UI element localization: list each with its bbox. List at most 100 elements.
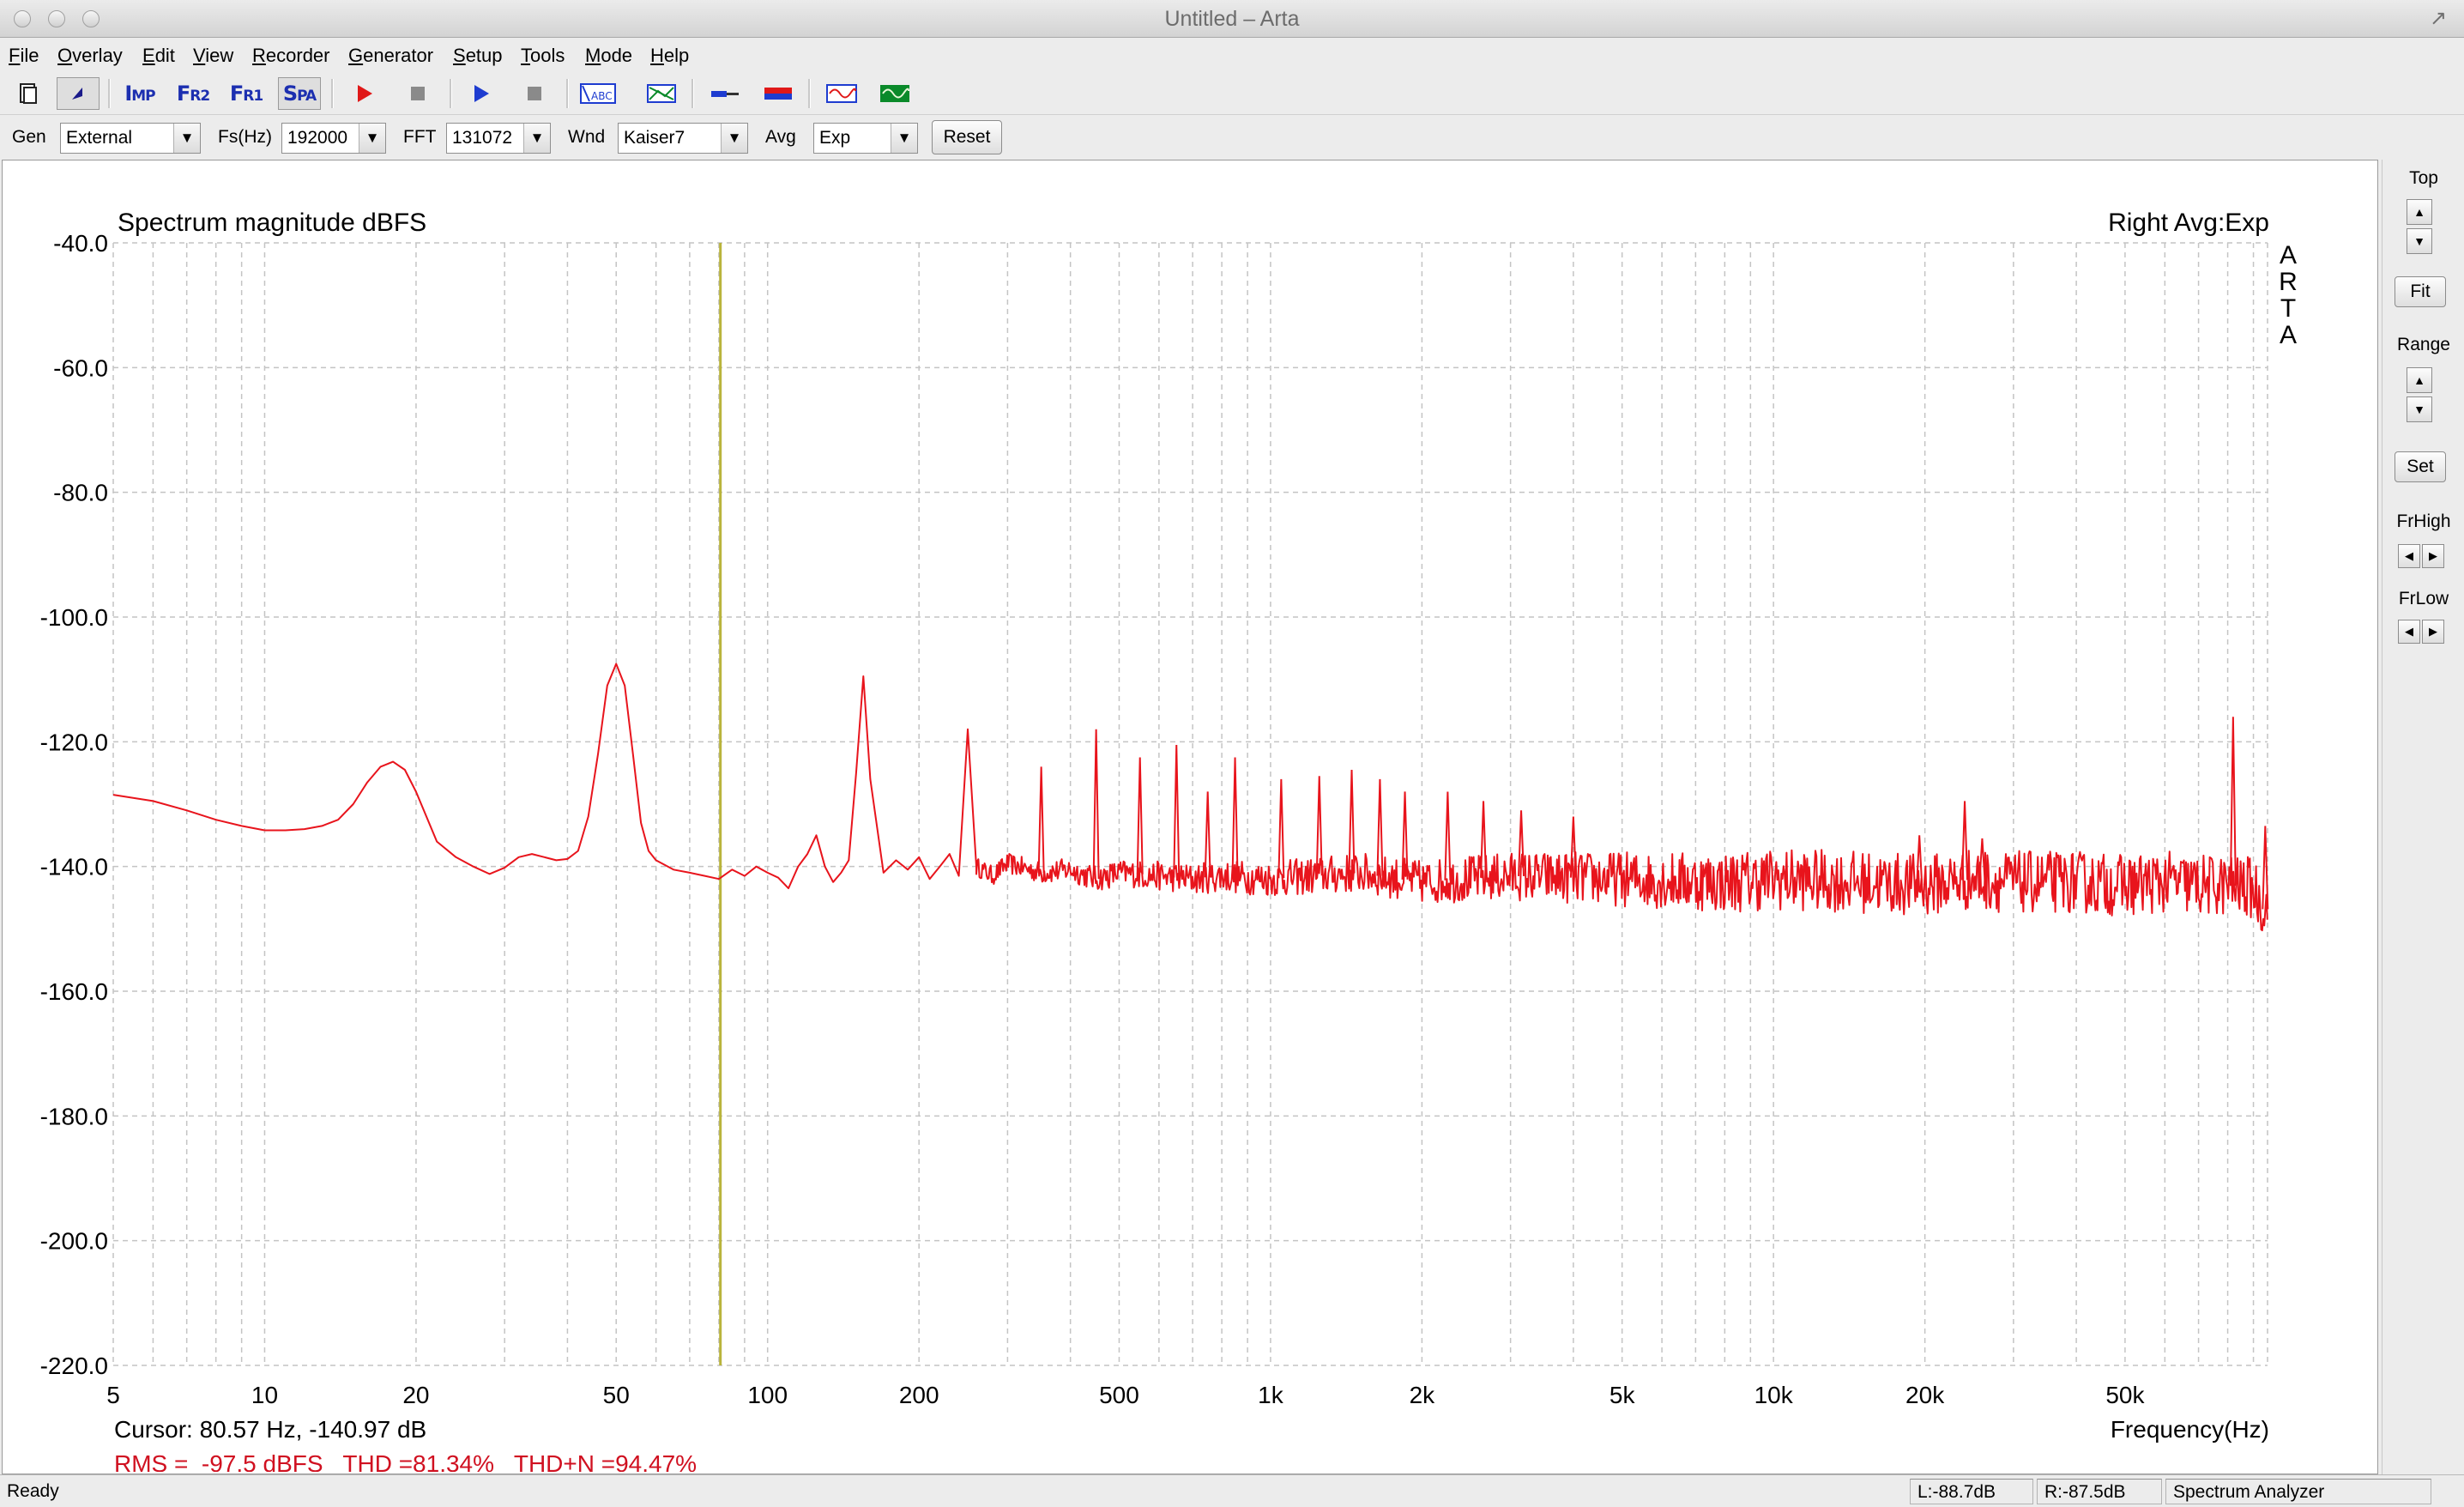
reset-button[interactable]: Reset	[932, 120, 1002, 154]
arrow-left-icon: ◀	[2405, 625, 2413, 638]
menu-file[interactable]: File	[9, 38, 39, 74]
y-tick-label: -200.0	[40, 1228, 108, 1255]
pointer-tool-button[interactable]	[57, 77, 100, 110]
impulse-mode-button[interactable]: IMP	[118, 77, 161, 110]
spectrum-plot-panel[interactable]: -40.0 -60.0 -80.0 -100.0 -120.0 -140.0 -160.0 -…	[2, 160, 2378, 1474]
generator-stop-button[interactable]	[513, 77, 556, 110]
frlow-right-button[interactable]: ▶	[2422, 620, 2444, 644]
range-up-button[interactable]: ▲	[2407, 367, 2432, 393]
trace-group	[112, 663, 2269, 932]
menu-generator[interactable]: Generator	[348, 38, 433, 74]
stop-icon	[528, 87, 541, 100]
menu-mode[interactable]: Mode	[585, 38, 632, 74]
top-down-button[interactable]: ▼	[2407, 228, 2432, 254]
fs-label: Fs(Hz)	[218, 127, 272, 147]
scope-button[interactable]	[820, 77, 863, 110]
x-tick-label: 5k	[1609, 1382, 1636, 1408]
fs-select[interactable]: 192000 ▼	[281, 123, 386, 154]
y-tick-label: -180.0	[40, 1103, 108, 1129]
y-tick-label: -120.0	[40, 729, 108, 755]
oscilloscope-icon	[826, 84, 857, 103]
arrow-up-icon: ▲	[2413, 205, 2425, 219]
abc-button[interactable]: ABC	[577, 77, 619, 110]
gen-select[interactable]: External ▼	[60, 123, 201, 154]
record-button[interactable]	[343, 77, 386, 110]
spectrum-spur	[1037, 766, 1045, 873]
avg-select[interactable]: Exp ▼	[813, 123, 918, 154]
chevron-down-icon: ▼	[891, 124, 917, 153]
spectrum-spur	[1348, 770, 1356, 874]
generator-scope-button[interactable]	[873, 77, 916, 110]
x-tick-label: 100	[747, 1382, 788, 1408]
menu-setup[interactable]: Setup	[453, 38, 503, 74]
chevron-down-icon: ▼	[721, 124, 747, 153]
toolbar-separator	[808, 79, 811, 108]
arrow-left-icon: ◀	[2405, 549, 2413, 562]
y-tick-label: -80.0	[53, 480, 108, 506]
menu-overlay[interactable]: Overlay	[57, 38, 123, 74]
chevron-down-icon: ▼	[359, 124, 385, 153]
menu-view[interactable]: View	[193, 38, 233, 74]
spectrum-mode-button[interactable]: SPA	[278, 77, 321, 110]
toolbar-separator	[331, 79, 334, 108]
x-tick-label: 200	[899, 1382, 939, 1408]
x-tick-label: 1k	[1258, 1382, 1284, 1408]
overlay-graph-icon	[647, 84, 676, 103]
frlow-left-button[interactable]: ◀	[2398, 620, 2420, 644]
status-bar: Ready L:-88.7dB R:-87.5dB Spectrum Analy…	[0, 1474, 2464, 1507]
arrow-right-icon: ▶	[2429, 549, 2437, 562]
pointer-icon	[72, 88, 82, 100]
toolbar-separator	[691, 79, 694, 108]
chevron-down-icon: ▼	[173, 124, 200, 153]
x-tick-label: 20	[402, 1382, 429, 1408]
y-tick-label: -160.0	[40, 978, 108, 1005]
wnd-value: Kaiser7	[624, 128, 685, 148]
toolbar-separator	[450, 79, 452, 108]
fs-value: 192000	[287, 128, 348, 148]
probe-button[interactable]	[704, 77, 746, 110]
arrow-down-icon: ▼	[2413, 402, 2425, 416]
frhigh-right-button[interactable]: ▶	[2422, 544, 2444, 568]
generator-scope-icon	[880, 85, 909, 102]
menu-edit[interactable]: Edit	[142, 38, 175, 74]
new-file-icon	[20, 83, 37, 104]
menu-bar: File Overlay Edit View Recorder Generato…	[0, 38, 2464, 72]
toolbar-separator	[108, 79, 111, 108]
record-play-icon	[358, 85, 372, 102]
spectrum-spur	[1376, 778, 1384, 876]
y-tick-label: -40.0	[53, 230, 108, 257]
menu-help[interactable]: Help	[650, 38, 689, 74]
y-tick-labels: -40.0 -60.0 -80.0 -100.0 -120.0 -140.0 -160.0 -…	[40, 230, 108, 1379]
spectrum-chart[interactable]: -40.0 -60.0 -80.0 -100.0 -120.0 -140.0 -160.0 -…	[3, 160, 2376, 1472]
frhigh-left-button[interactable]: ◀	[2398, 544, 2420, 568]
fullscreen-icon[interactable]: ↗	[2426, 7, 2450, 31]
record-stop-button[interactable]	[396, 77, 439, 110]
x-axis-label: Frequency(Hz)	[2111, 1416, 2269, 1443]
x-tick-label: 2k	[1410, 1382, 1436, 1408]
menu-tools[interactable]: Tools	[521, 38, 565, 74]
fit-button[interactable]: Fit	[2395, 276, 2446, 307]
fr2-mode-button[interactable]: FR2	[172, 77, 214, 110]
generator-play-button[interactable]	[460, 77, 503, 110]
status-ready: Ready	[7, 1481, 59, 1501]
new-file-button[interactable]	[7, 77, 50, 110]
gen-value: External	[66, 128, 133, 148]
spectrum-spur	[1277, 778, 1285, 879]
level-meter-button[interactable]	[757, 77, 800, 110]
x-tick-label: 20k	[1905, 1382, 1945, 1408]
status-mode: Spectrum Analyzer	[2165, 1479, 2431, 1504]
top-up-button[interactable]: ▲	[2407, 199, 2432, 225]
wnd-select[interactable]: Kaiser7 ▼	[618, 123, 748, 154]
menu-recorder[interactable]: Recorder	[252, 38, 329, 74]
set-button[interactable]: Set	[2395, 451, 2446, 482]
range-down-button[interactable]: ▼	[2407, 396, 2432, 422]
spectrum-spur	[1204, 791, 1211, 878]
fft-select[interactable]: 131072 ▼	[446, 123, 551, 154]
chevron-down-icon: ▼	[523, 124, 550, 153]
y-tick-label: -140.0	[40, 854, 108, 881]
x-tick-label: 10	[251, 1382, 278, 1408]
channel-label: Right Avg:Exp	[2108, 209, 2269, 237]
spectrum-spur	[1978, 838, 1986, 881]
overlay-button[interactable]	[640, 77, 683, 110]
fr1-mode-button[interactable]: FR1	[225, 77, 268, 110]
